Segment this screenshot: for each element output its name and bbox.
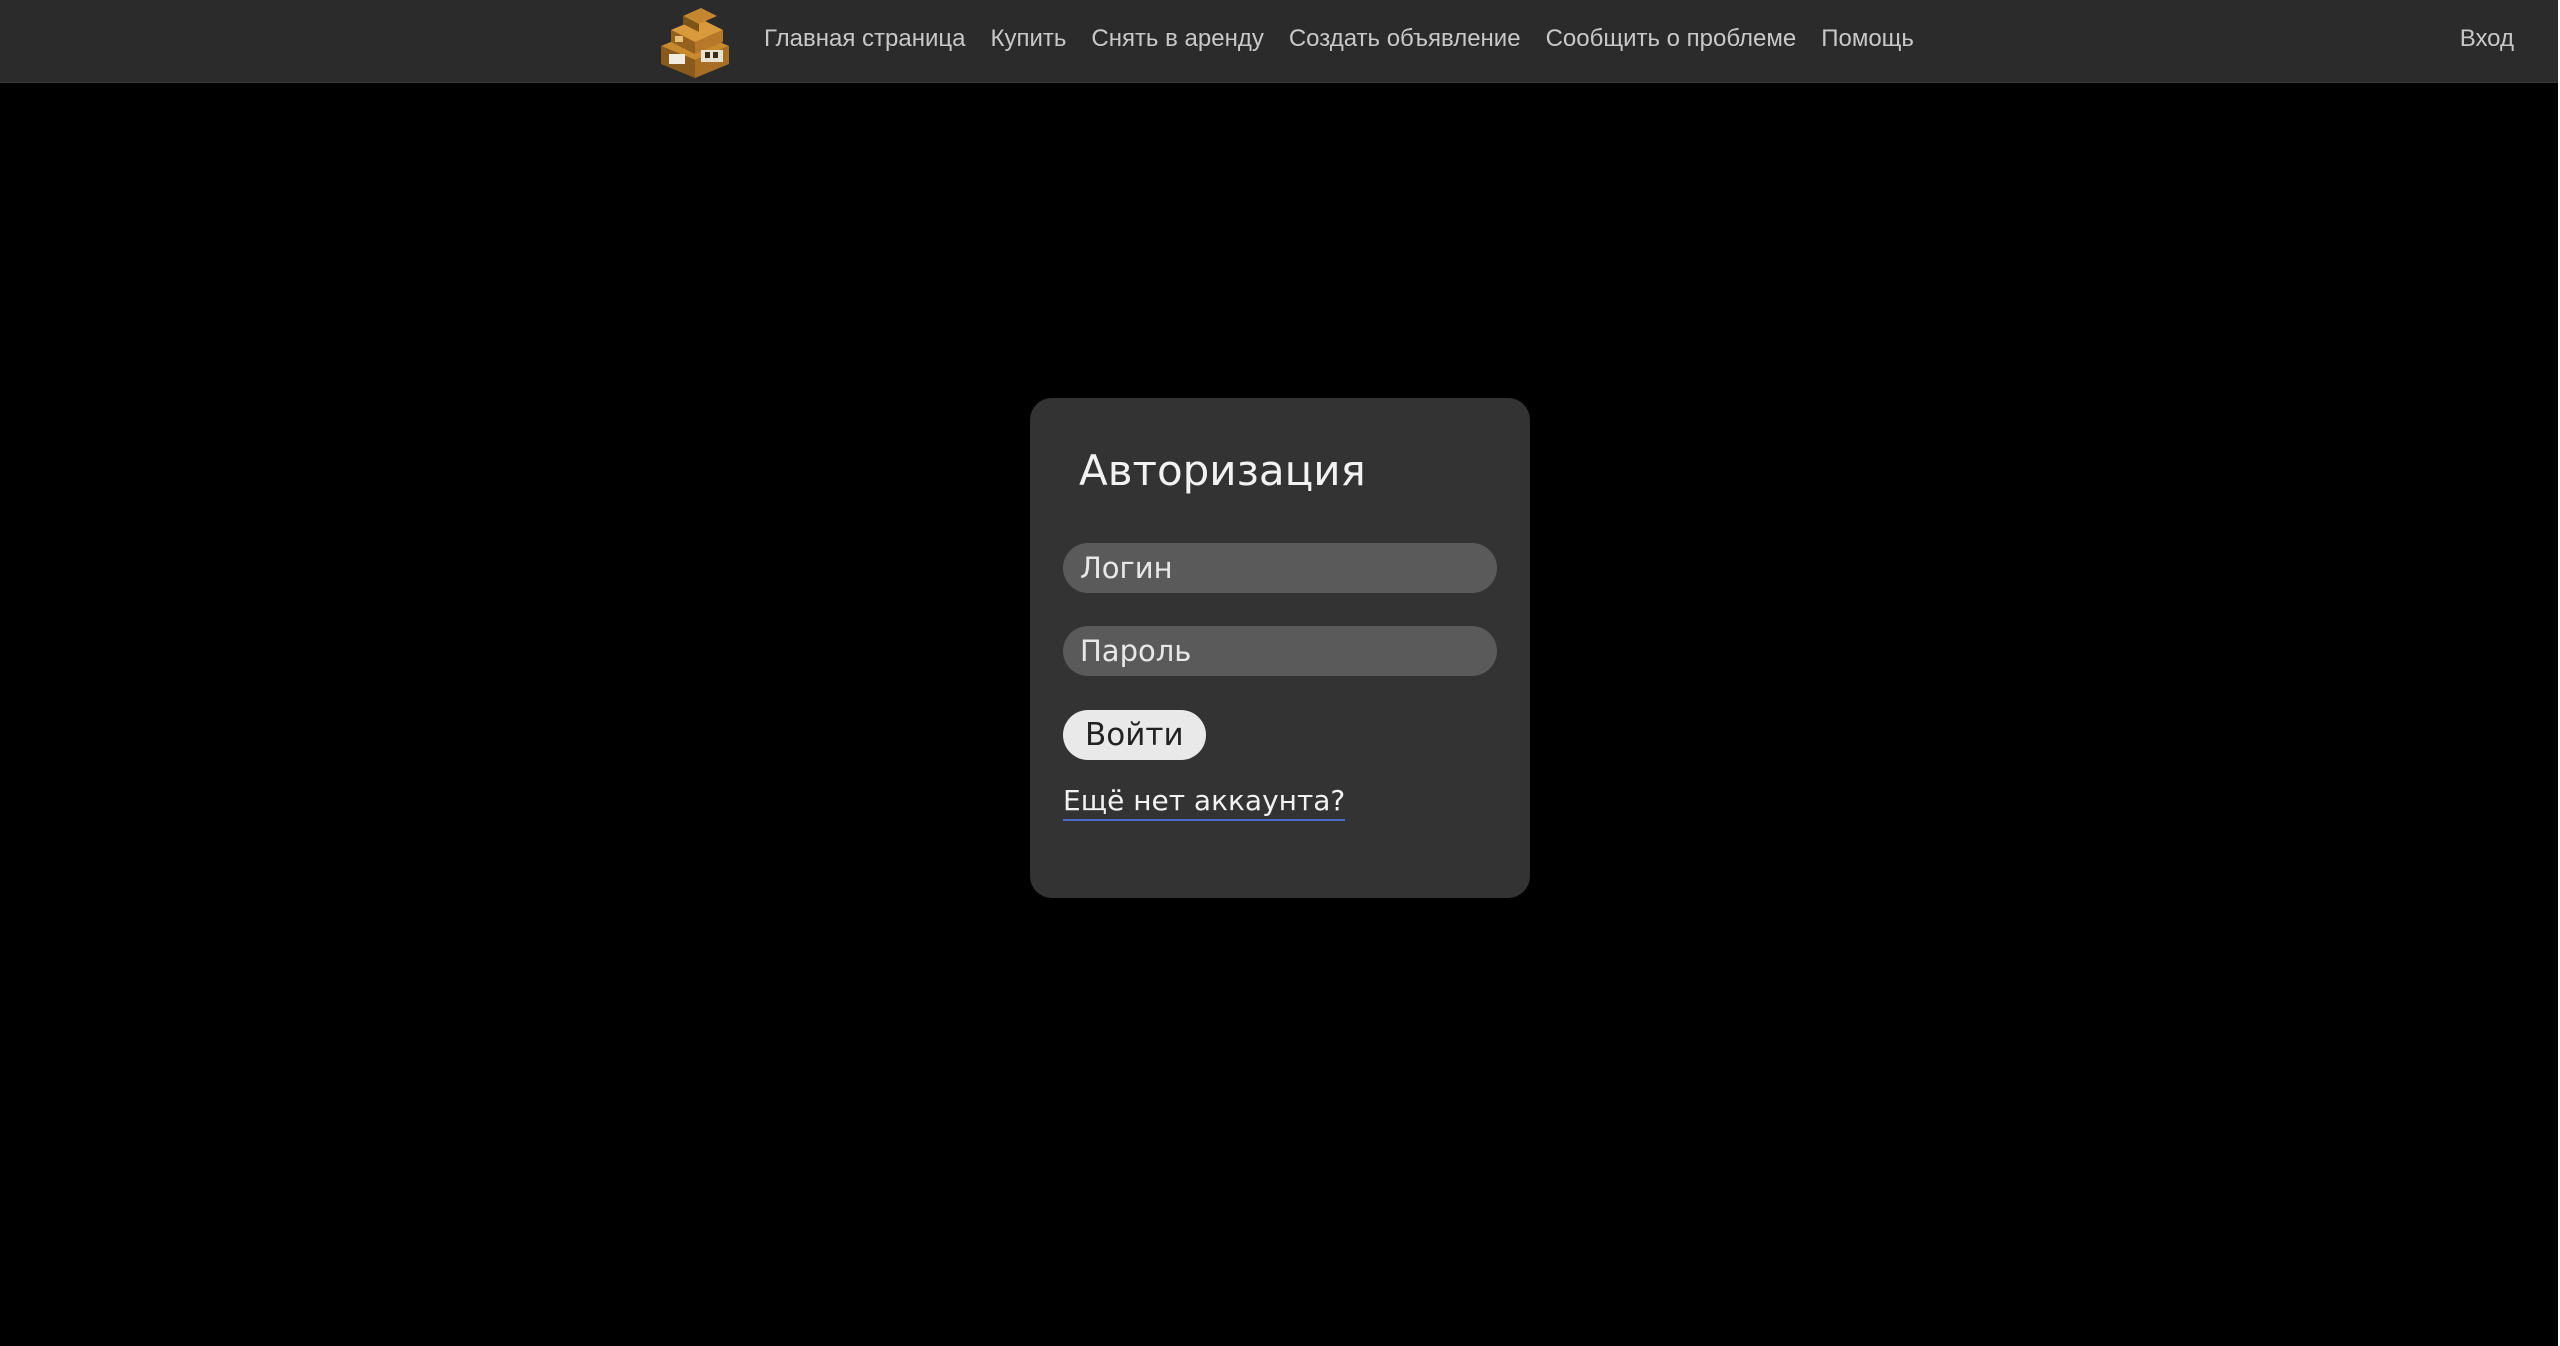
nav-link-create-listing[interactable]: Создать объявление [1289,25,1521,53]
nav-link-report-problem[interactable]: Сообщить о проблеме [1546,25,1797,53]
nav-link-home[interactable]: Главная страница [764,25,965,53]
password-input[interactable] [1063,626,1497,676]
auth-title: Авторизация [1079,446,1366,495]
login-nav-link[interactable]: Вход [2460,0,2514,78]
nav-link-buy[interactable]: Купить [990,25,1066,53]
house-logo-icon[interactable] [655,2,735,80]
nav-link-rent[interactable]: Снять в аренду [1091,25,1263,53]
auth-card: Авторизация Войти Ещё нет аккаунта? [1030,398,1530,898]
login-input[interactable] [1063,543,1497,593]
nav-link-help[interactable]: Помощь [1821,25,1914,53]
page-background: Главная страница Купить Снять в аренду С… [0,0,2560,1346]
login-submit-button[interactable]: Войти [1063,710,1206,760]
top-navbar: Главная страница Купить Снять в аренду С… [0,0,2560,83]
nav-links: Главная страница Купить Снять в аренду С… [764,0,1914,78]
register-link[interactable]: Ещё нет аккаунта? [1063,783,1346,821]
